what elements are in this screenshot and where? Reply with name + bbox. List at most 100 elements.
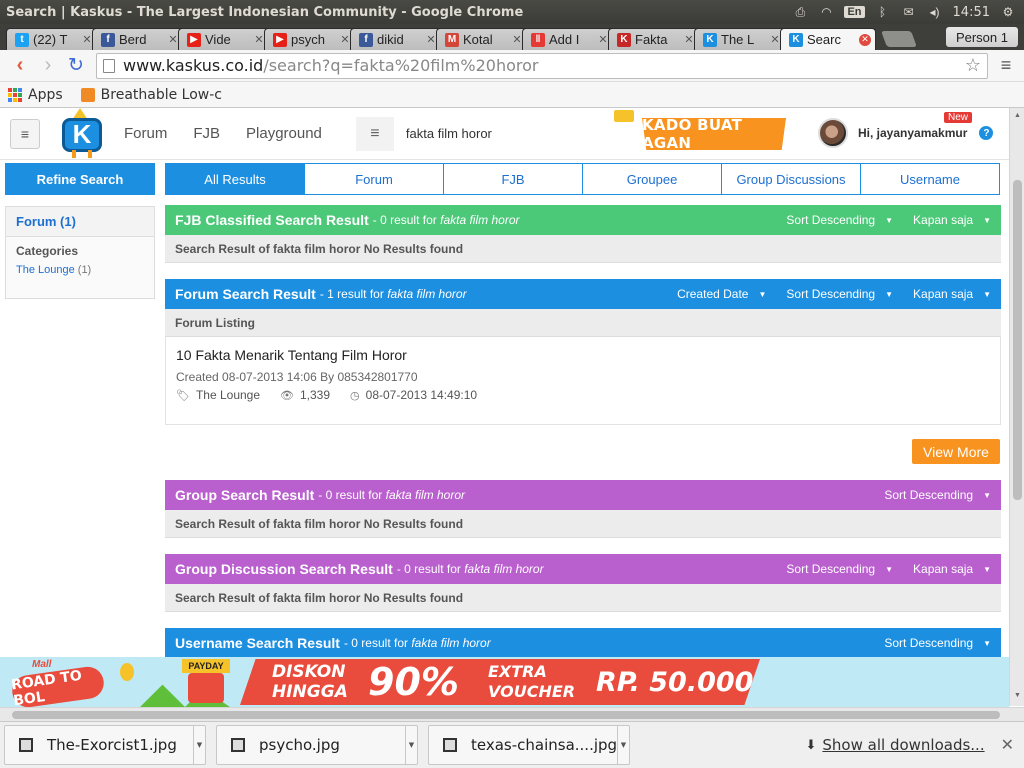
promo-banner[interactable]: KADO BUAT AGAN [642,118,786,150]
bluetooth-icon[interactable]: ᛒ [875,5,891,19]
image-file-icon [443,738,457,752]
help-icon[interactable]: ? [979,126,994,140]
browser-tab[interactable]: K Searc ✕ [780,28,876,50]
scroll-up-arrow-icon[interactable]: ▲ [1013,112,1022,119]
new-badge: New [944,112,973,123]
thread-title-link[interactable]: 10 Fakta Menarik Tentang Film Horor [176,347,990,363]
user-greeting[interactable]: Hi, jayanyamakmur [858,126,967,140]
thread-views: 1,339 [300,388,331,402]
back-button[interactable]: ‹ [6,52,34,80]
browser-tab[interactable]: K Fakta ✕ [608,28,700,50]
profile-button[interactable]: Person 1 [945,27,1018,47]
browser-tab[interactable]: ‖ Add I ✕ [522,28,614,50]
site-menu-button[interactable]: ≡ [10,118,40,149]
date-filter-dropdown[interactable]: Created Date ▼ [677,287,766,301]
url-host: www.kaskus.co.id [123,56,264,75]
nav-fjb[interactable]: FJB [193,125,220,142]
browser-tab[interactable]: K The L ✕ [694,28,786,50]
logo-leg [72,149,76,158]
download-item[interactable]: The-Exorcist1.jpg ▼ [4,725,206,765]
browser-tab[interactable]: ▶ Vide ✕ [178,28,270,50]
ad-banner[interactable]: Mall ROAD TO BOL PAYDAY DISKON HINGGA 90… [0,657,1009,707]
search-input[interactable] [393,116,628,151]
sort-dropdown[interactable]: Sort Descending ▼ [786,213,893,227]
mail-icon[interactable]: ✉ [901,5,917,19]
time-dropdown[interactable]: Kapan saja ▼ [913,562,991,576]
horizontal-scroll-thumb[interactable] [12,711,1000,719]
group-result-section: Group Search Result - 0 result for fakta… [165,480,1001,538]
download-item[interactable]: texas-chainsa....jpg ▼ [428,725,630,765]
browser-tab[interactable]: f Berd ✕ [92,28,184,50]
close-icon[interactable]: ✕ [1001,735,1014,755]
category-filter-the-lounge[interactable]: The Lounge (1) [6,260,154,280]
page-icon [103,58,115,73]
section-header: Group Discussion Search Result - 0 resul… [165,554,1001,584]
browser-tab[interactable]: f dikid ✕ [350,28,442,50]
gear-icon[interactable]: ⚙ [1000,5,1016,19]
tab-groupee[interactable]: Groupee [583,163,722,195]
wifi-icon[interactable]: ◠ [818,5,834,19]
sort-dropdown[interactable]: Sort Descending ▼ [786,287,893,301]
download-options-caret-icon[interactable]: ▼ [617,726,629,764]
show-all-downloads-link[interactable]: ⬇ Show all downloads... [806,736,985,754]
image-file-icon [19,738,33,752]
category-name[interactable]: The Lounge [16,264,75,276]
filter-panel: Forum (1) Categories The Lounge (1) [5,206,155,299]
chrome-menu-icon[interactable]: ≡ [994,54,1018,78]
vertical-scrollbar[interactable]: ▲ ▼ [1009,108,1024,706]
tab-forum[interactable]: Forum [305,163,444,195]
download-options-caret-icon[interactable]: ▼ [193,726,205,764]
ad-road-to-bol: Mall ROAD TO BOL [8,659,108,707]
printer-icon[interactable]: ⎙ [792,5,808,19]
user-area[interactable]: Hi, jayanyamakmur New ? [818,112,994,148]
ks-icon: K [617,32,631,47]
nav-forum[interactable]: Forum [124,125,167,142]
avatar[interactable] [818,118,848,148]
bookmark-breathable[interactable]: Breathable Low-c [80,87,222,103]
sort-dropdown[interactable]: Sort Descending ▼ [786,562,893,576]
tab-all-results[interactable]: All Results [165,163,305,195]
browser-tab[interactable]: ▶ psych ✕ [264,28,356,50]
time-dropdown[interactable]: Kapan saja ▼ [913,213,991,227]
download-options-caret-icon[interactable]: ▼ [405,726,417,764]
thread-category[interactable]: The Lounge [196,388,260,402]
show-all-downloads-text[interactable]: Show all downloads... [822,736,984,754]
view-more-button[interactable]: View More [912,439,1000,464]
close-icon[interactable]: ✕ [859,33,871,46]
volume-icon[interactable]: ◂) [927,5,943,19]
sort-dropdown[interactable]: Sort Descending ▼ [884,636,991,650]
nav-playground[interactable]: Playground [246,125,322,142]
sort-dropdown[interactable]: Sort Descending ▼ [884,488,991,502]
list-item: 10 Fakta Menarik Tentang Film Horor Crea… [165,337,1001,425]
apps-bookmark[interactable]: Apps [8,87,63,103]
tab-title: dikid [377,32,404,47]
bookmark-favicon [80,87,95,102]
time-dropdown[interactable]: Kapan saja ▼ [913,287,991,301]
forum-result-section: Forum Search Result - 1 result for fakta… [165,279,1001,425]
vertical-scroll-thumb[interactable] [1013,180,1022,500]
download-item[interactable]: psycho.jpg ▼ [216,725,418,765]
thread-last-post: 08-07-2013 14:49:10 [365,388,478,402]
kaskus-logo[interactable]: K [56,107,108,158]
bookmark-star-icon[interactable]: ☆ [965,55,981,76]
forum-filter[interactable]: Forum (1) [6,207,154,237]
keyboard-language-indicator[interactable]: En [844,6,865,18]
reload-button[interactable]: ↻ [62,52,90,80]
tab-group-discussions[interactable]: Group Discussions [722,163,861,195]
browser-tab[interactable]: t (22) T ✕ [6,28,98,50]
clock[interactable]: 14:51 [953,5,990,20]
scroll-down-arrow-icon[interactable]: ▼ [1013,692,1022,699]
tab-title: Berd [119,32,147,47]
refine-search-button[interactable]: Refine Search [5,163,155,195]
horizontal-scrollbar[interactable] [0,707,1024,721]
tab-fjb[interactable]: FJB [444,163,583,195]
caret-down-icon: ▼ [885,564,894,574]
caret-down-icon: ▼ [983,289,991,299]
section-title: Username Search Result [175,635,340,651]
tab-username[interactable]: Username [861,163,1000,195]
search-category-menu-icon[interactable]: ≡ [356,125,394,143]
forward-button[interactable]: › [34,52,62,80]
address-bar[interactable]: www.kaskus.co.id/search?q=fakta%20film%2… [96,52,988,79]
new-tab-button[interactable] [881,31,917,47]
browser-tab[interactable]: M Kotal ✕ [436,28,528,50]
